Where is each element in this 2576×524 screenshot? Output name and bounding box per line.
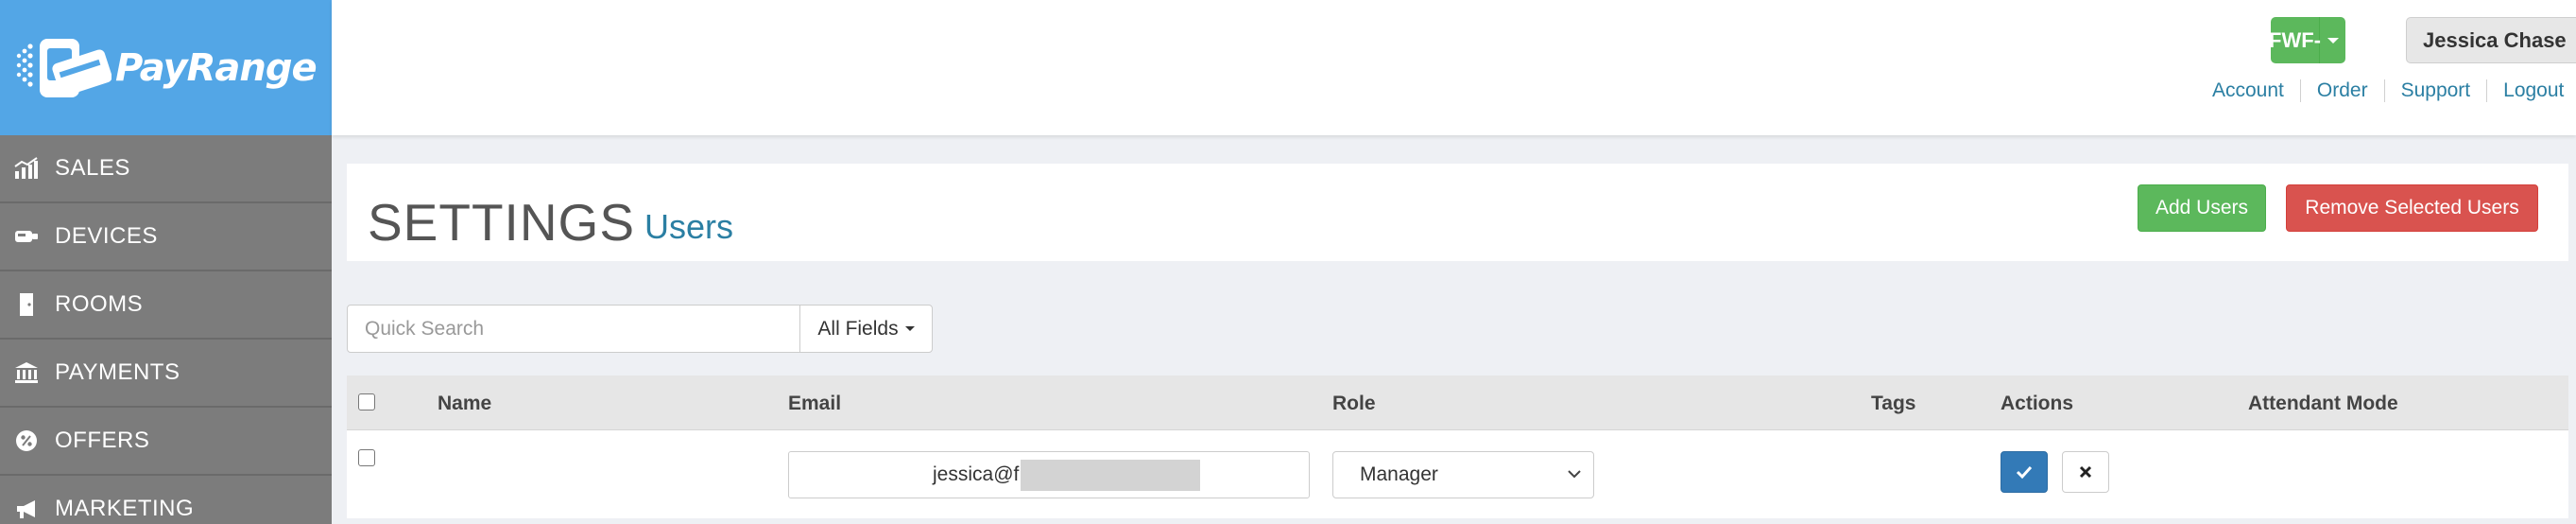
- sidebar-item-sales[interactable]: SALES: [0, 135, 332, 203]
- brand-logo[interactable]: PayRange: [0, 0, 332, 135]
- search-field-filter-label: All Fields: [817, 317, 899, 340]
- cancel-row-button[interactable]: [2062, 451, 2109, 493]
- save-row-button[interactable]: [2001, 451, 2048, 493]
- megaphone-icon: [13, 496, 40, 522]
- page-title: SETTINGS: [368, 193, 636, 252]
- search-field-filter[interactable]: All Fields: [799, 305, 933, 353]
- row-checkbox[interactable]: [358, 449, 375, 466]
- chevron-down-icon[interactable]: [2320, 17, 2345, 63]
- brand-name: PayRange: [115, 45, 318, 90]
- sidebar-item-label: PAYMENTS: [55, 359, 180, 385]
- table-header: Name Email Role Tags Actions Attendant M…: [347, 376, 2568, 430]
- header-links: Account Order Support Logout: [2212, 79, 2564, 102]
- sidebar-item-devices[interactable]: DEVICES: [0, 203, 332, 271]
- sidebar-item-label: OFFERS: [55, 428, 150, 453]
- quick-search-input[interactable]: [347, 305, 800, 353]
- support-link[interactable]: Support: [2385, 79, 2488, 102]
- bank-icon: [13, 359, 40, 386]
- sidebar-item-label: ROOMS: [55, 291, 144, 317]
- column-header-attendant-mode: Attendant Mode: [2248, 393, 2398, 414]
- percent-badge-icon: [13, 428, 40, 454]
- column-header-tags: Tags: [1871, 393, 1916, 414]
- select-all-checkbox[interactable]: [358, 393, 375, 410]
- sidebar-item-label: MARKETING: [55, 496, 195, 521]
- chevron-down-icon: [1568, 470, 1581, 479]
- sidebar-item-label: SALES: [55, 155, 130, 181]
- column-header-role[interactable]: Role: [1332, 393, 1376, 415]
- sidebar-item-rooms[interactable]: ROOMS: [0, 271, 332, 340]
- payrange-logo-icon: [16, 38, 112, 97]
- page-subtitle: Users: [644, 207, 734, 246]
- column-header-actions: Actions: [2001, 393, 2074, 414]
- sidebar-item-offers[interactable]: OFFERS: [0, 408, 332, 476]
- caret-down-icon: [904, 326, 915, 331]
- logout-link[interactable]: Logout: [2487, 79, 2564, 102]
- role-value: Manager: [1360, 463, 1438, 485]
- sidebar-item-label: DEVICES: [55, 223, 158, 249]
- column-header-name[interactable]: Name: [438, 393, 491, 415]
- redacted-block: [1021, 459, 1201, 491]
- column-header-email[interactable]: Email: [788, 393, 841, 415]
- sidebar: PayRange SALES DEVICES ROOMS PAYMENTS OF…: [0, 0, 332, 524]
- check-icon: [2016, 465, 2033, 480]
- email-field[interactable]: jessica@f: [788, 451, 1310, 498]
- remove-selected-users-button[interactable]: Remove Selected Users: [2286, 184, 2538, 232]
- top-header: FWF- Jessica Chase Account Order Support…: [332, 0, 2576, 135]
- page-header: SETTINGS Users Add Users Remove Selected…: [347, 164, 2568, 261]
- door-icon: [13, 291, 40, 318]
- bar-chart-icon: [13, 155, 40, 182]
- order-link[interactable]: Order: [2301, 79, 2385, 102]
- device-icon: [13, 223, 40, 250]
- account-selector[interactable]: FWF-: [2269, 17, 2345, 63]
- role-select[interactable]: Manager: [1332, 451, 1594, 498]
- account-link[interactable]: Account: [2212, 79, 2301, 102]
- email-value: jessica@f: [933, 463, 1020, 485]
- sidebar-item-marketing[interactable]: MARKETING: [0, 476, 332, 524]
- add-users-button[interactable]: Add Users: [2138, 184, 2266, 232]
- sidebar-item-payments[interactable]: PAYMENTS: [0, 340, 332, 408]
- table-row: jessica@f Manager: [347, 430, 2568, 518]
- close-icon: [2079, 465, 2092, 479]
- account-selector-label[interactable]: FWF-: [2269, 17, 2321, 63]
- user-menu-button[interactable]: Jessica Chase: [2406, 17, 2576, 63]
